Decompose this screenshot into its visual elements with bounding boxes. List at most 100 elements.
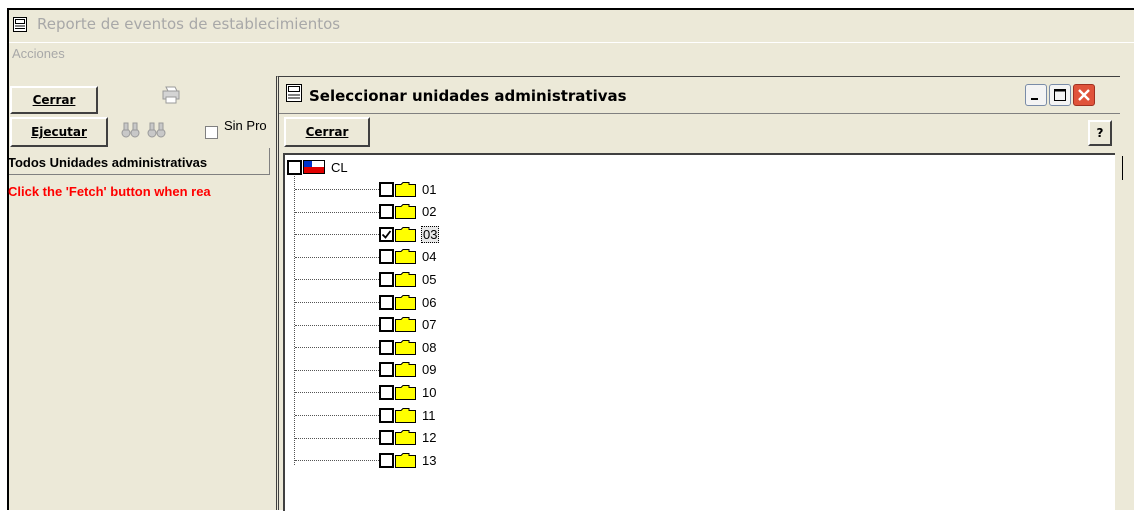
- maximize-button[interactable]: [1049, 84, 1071, 106]
- node-checkbox[interactable]: [379, 407, 394, 423]
- close-window-button[interactable]: [1073, 84, 1095, 106]
- checkmark-icon: [381, 230, 392, 239]
- folder-icon: [395, 407, 416, 423]
- node-checkbox[interactable]: [379, 384, 394, 400]
- units-tree[interactable]: CL 01 02 03 04 05 06 07 08 09 10 11 12 13: [283, 153, 1115, 511]
- tree-node[interactable]: 02: [379, 202, 437, 222]
- node-checkbox[interactable]: [379, 362, 394, 378]
- node-checkbox[interactable]: [379, 271, 394, 287]
- maximize-icon: [1054, 89, 1066, 101]
- folder-icon: [395, 362, 416, 378]
- node-label: 03: [421, 225, 440, 243]
- tree-connector: [295, 460, 379, 462]
- run-button[interactable]: Ejecutar: [10, 117, 108, 147]
- close-button[interactable]: Cerrar: [10, 86, 98, 114]
- tree-node[interactable]: 12: [379, 428, 437, 448]
- print-button[interactable]: [160, 83, 182, 107]
- tree-node[interactable]: 06: [379, 292, 437, 312]
- node-label: 08: [422, 339, 437, 355]
- minimize-button[interactable]: [1025, 84, 1047, 106]
- find-button[interactable]: [120, 118, 142, 142]
- tree-node[interactable]: 05: [379, 269, 437, 289]
- binoculars-icon: [147, 122, 166, 138]
- sin-pro-label: Sin Pro: [224, 118, 267, 133]
- folder-icon: [395, 204, 416, 220]
- close-button-label: Cerrar: [32, 93, 76, 107]
- tree-connector: [295, 347, 379, 349]
- node-label: 10: [422, 384, 437, 400]
- close-icon: [1078, 89, 1090, 101]
- tree-node[interactable]: 03: [379, 224, 440, 244]
- window-title: Reporte de eventos de establecimientos: [37, 15, 341, 33]
- panel-header-right-edge: [1122, 156, 1131, 180]
- node-label: 05: [422, 271, 437, 287]
- chile-flag-icon: [303, 160, 325, 174]
- folder-icon: [395, 226, 416, 242]
- folder-icon: [395, 317, 416, 333]
- printer-icon: [162, 86, 180, 104]
- run-button-label: Ejecutar: [31, 125, 87, 139]
- folder-icon: [395, 384, 416, 400]
- tree-connector: [295, 302, 379, 303]
- dialog-close-button-label: Cerrar: [305, 125, 349, 139]
- panel-header-text: Todos Unidades administrativas: [8, 155, 208, 170]
- node-label: 11: [422, 407, 436, 423]
- binoculars-icon: [121, 122, 140, 138]
- tree-node[interactable]: 08: [379, 337, 437, 357]
- tree-node[interactable]: 11: [379, 405, 437, 425]
- node-label: 13: [422, 452, 437, 468]
- tree-node[interactable]: 04: [379, 247, 437, 267]
- node-label: 12: [422, 430, 437, 446]
- folder-icon: [395, 271, 416, 287]
- node-checkbox[interactable]: [379, 317, 394, 333]
- tree-connector: [295, 256, 379, 258]
- tree-node[interactable]: 07: [379, 315, 437, 335]
- tree-connector: [295, 234, 379, 236]
- node-checkbox[interactable]: [379, 249, 394, 265]
- tree-connector: [295, 437, 379, 439]
- folder-icon: [395, 339, 416, 355]
- fetch-message: Click the 'Fetch' button when rea: [8, 184, 211, 199]
- tree-node[interactable]: 09: [379, 360, 437, 380]
- dialog-app-icon: [286, 84, 302, 102]
- main-title-bar: Reporte de eventos de establecimientos: [9, 10, 1134, 40]
- tree-connector: [295, 211, 379, 213]
- tree-connector: [295, 324, 379, 326]
- help-icon: ?: [1096, 126, 1104, 140]
- node-checkbox[interactable]: [379, 181, 394, 197]
- node-checkbox[interactable]: [379, 339, 394, 355]
- dialog-toolbar-divider: [279, 113, 1120, 114]
- tree-root[interactable]: CL: [287, 157, 349, 177]
- folder-icon: [395, 294, 416, 310]
- tree-node[interactable]: 01: [379, 179, 437, 199]
- sin-pro-checkbox[interactable]: [205, 126, 218, 139]
- tree-connector: [294, 170, 295, 465]
- node-label: 06: [422, 294, 437, 310]
- folder-icon: [395, 249, 416, 265]
- folder-icon: [395, 452, 416, 468]
- tree-connector: [295, 279, 379, 281]
- root-checkbox[interactable]: [287, 159, 302, 175]
- node-checkbox[interactable]: [379, 226, 394, 242]
- folder-icon: [395, 430, 416, 446]
- minimize-icon: [1031, 98, 1038, 100]
- dialog-close-button[interactable]: Cerrar: [284, 117, 370, 147]
- node-label: 07: [422, 317, 437, 333]
- root-label: CL: [331, 159, 348, 175]
- node-checkbox[interactable]: [379, 294, 394, 310]
- node-label: 04: [422, 249, 437, 265]
- node-label: 02: [422, 204, 437, 220]
- node-label: 09: [422, 362, 437, 378]
- node-checkbox[interactable]: [379, 430, 394, 446]
- menu-acciones[interactable]: Acciones: [12, 46, 65, 61]
- node-checkbox[interactable]: [379, 452, 394, 468]
- tree-node[interactable]: 10: [379, 382, 437, 402]
- find-next-button[interactable]: [146, 118, 168, 142]
- node-label: 01: [422, 181, 437, 197]
- tree-connector: [295, 415, 379, 416]
- node-checkbox[interactable]: [379, 204, 394, 220]
- dialog-title-bar: Seleccionar unidades administrativas: [279, 77, 1120, 111]
- help-button[interactable]: ?: [1088, 120, 1112, 146]
- tree-node[interactable]: 13: [379, 450, 437, 470]
- dialog-title: Seleccionar unidades administrativas: [309, 87, 627, 105]
